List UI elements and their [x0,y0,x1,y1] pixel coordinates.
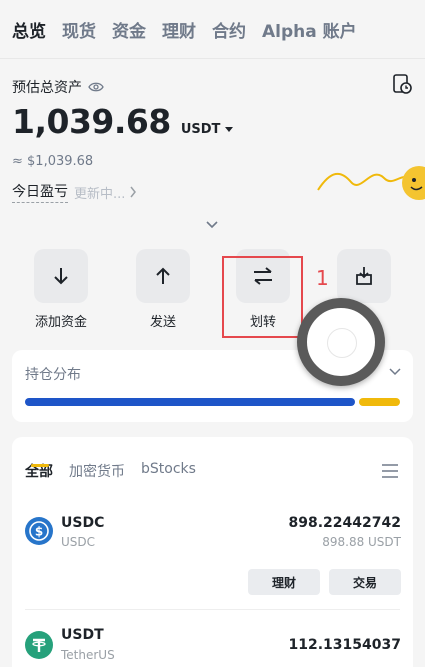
asset-list-card: 全部 加密货币 bStocks $ USDC USDC 898.22442742… [12,437,413,667]
coin-name: TetherUS [61,648,115,662]
today-pnl-label: 今日盈亏 [12,181,68,203]
asset-label-row: 预估总资产 [12,77,104,97]
floating-button-inner [327,328,357,358]
menu-icon[interactable] [381,463,399,479]
emoji-face-icon [410,178,423,191]
row-divider [25,609,400,610]
trade-button[interactable]: 交易 [329,569,401,595]
currency-label: USDT [180,122,221,137]
top-tabs: 总览 现货 资金 理财 合约 Alpha 账户 [0,0,425,58]
caret-down-icon [225,127,234,132]
pnl-status: 更新中... [74,186,126,202]
history-icon[interactable] [391,73,413,95]
coin-value: 898.88 USDT [322,535,401,549]
balance-row: 1,039.68 USDT [12,102,234,141]
distribution-bar-usdc [25,398,355,406]
total-balance: 1,039.68 [12,102,171,141]
annotation-step-number: 1 [316,266,329,290]
add-funds-action[interactable]: 添加资金 [31,249,91,330]
add-funds-label: 添加资金 [34,315,87,330]
emoji-sticker [402,166,425,200]
today-pnl-row[interactable]: 今日盈亏 更新中... [12,181,137,203]
tab-spot[interactable]: 现货 [62,17,96,42]
asset-row-usdt[interactable]: USDT TetherUS 112.13154037 [12,627,413,667]
add-funds-button[interactable] [34,249,88,303]
receive-icon [356,267,372,285]
usdc-logo-icon: $ [25,517,53,545]
usdt-logo-icon [25,631,53,659]
chevron-right-icon [130,186,137,198]
arrow-up-icon [156,267,170,284]
tab-crypto[interactable]: 加密货币 [69,461,125,481]
coin-symbol: USDT [61,627,104,643]
send-button[interactable] [136,249,190,303]
distribution-bar-usdt [359,398,400,406]
approx-usd-value: ≈ $1,039.68 [12,154,94,169]
tab-earn[interactable]: 理财 [162,17,196,42]
tab-overview[interactable]: 总览 [12,17,46,42]
receive-button[interactable] [337,249,391,303]
earn-button[interactable]: 理财 [248,569,320,595]
estimated-assets-label: 预估总资产 [12,80,82,96]
tab-alpha-account[interactable]: Alpha 账户 [262,17,357,42]
tab-bstocks[interactable]: bStocks [141,461,196,481]
send-label: 发送 [149,315,176,330]
active-tab-underline [31,464,49,467]
currency-selector[interactable]: USDT [181,122,234,137]
coin-name: USDC [61,535,96,549]
asset-list-tabs: 全部 加密货币 bStocks [25,461,212,481]
arrow-down-icon [54,268,68,285]
usdc-symbol-icon: $ [29,521,49,541]
send-action[interactable]: 发送 [133,249,193,330]
squiggle-decoration [317,172,415,191]
annotation-highlight-box [222,256,303,338]
tether-symbol-icon [32,638,46,652]
floating-assistive-button[interactable] [297,298,385,386]
coin-amount: 112.13154037 [288,637,401,653]
chevron-down-icon[interactable] [389,368,401,376]
svg-text:$: $ [35,525,43,539]
asset-row-usdc[interactable]: $ USDC USDC 898.22442742 898.88 USDT 理财 … [12,515,413,605]
holdings-distribution-title: 持仓分布 [25,367,81,383]
coin-symbol: USDC [61,515,105,531]
expand-chevron-icon[interactable] [205,220,219,230]
coin-amount: 898.22442742 [288,515,401,531]
top-divider [0,58,425,59]
tab-funding[interactable]: 资金 [112,17,146,42]
eye-icon[interactable] [88,81,104,93]
tab-futures[interactable]: 合约 [212,17,246,42]
